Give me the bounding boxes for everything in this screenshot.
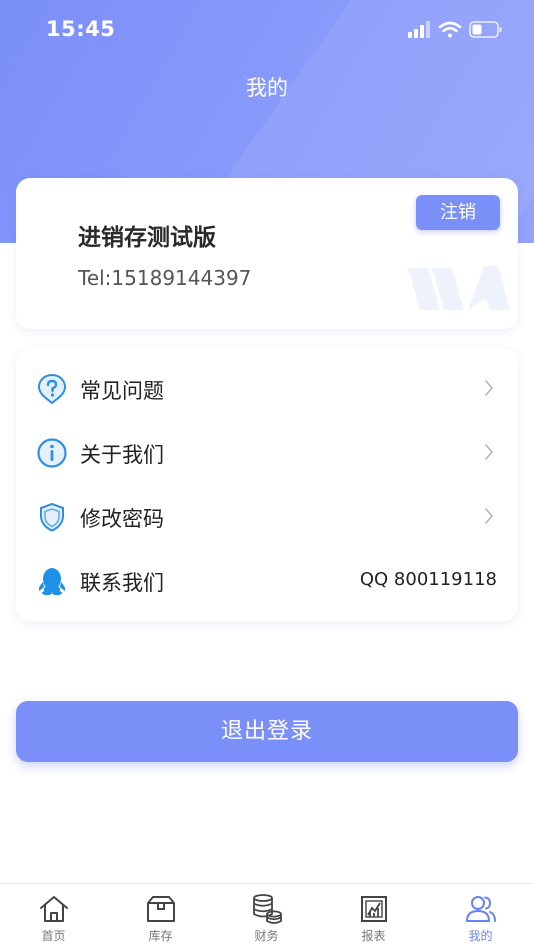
menu-item-label: 关于我们 [80,443,164,467]
tab-mine[interactable]: 我的 [427,884,534,950]
qq-penguin-icon [38,568,66,596]
tab-label: 我的 [468,929,493,943]
brand-watermark-icon [408,266,510,310]
tab-home[interactable]: 首页 [0,884,107,950]
status-bar: 15:45 [0,0,534,58]
battery-icon [469,21,502,38]
menu-item-faq[interactable]: 常见问题 [16,357,518,421]
chevron-right-icon [485,444,494,460]
profile-tel: Tel:15189144397 [78,266,252,290]
tab-label: 库存 [148,929,173,943]
profile-name: 进销存测试版 [78,225,216,251]
signal-icon [408,21,430,38]
menu-item-label: 修改密码 [80,507,164,531]
box-icon [147,896,175,922]
tab-report[interactable]: 报表 [320,884,427,950]
menu-card: 常见问题 关于我们 修改密码 联系我们 QQ 800119118 [16,349,518,621]
chevron-right-icon [485,380,494,396]
tab-label: 首页 [41,929,66,943]
tab-label: 报表 [361,929,386,943]
menu-item-about[interactable]: 关于我们 [16,421,518,485]
question-icon [37,373,67,405]
tab-inventory[interactable]: 库存 [107,884,214,950]
exit-login-button[interactable]: 退出登录 [16,701,518,762]
info-icon [37,438,67,468]
menu-item-label: 联系我们 [80,571,164,595]
tab-label: 财务 [254,929,279,943]
chevron-right-icon [485,508,494,524]
user-icon [465,896,496,922]
page-title: 我的 [246,76,288,100]
tab-finance[interactable]: 财务 [213,884,320,950]
contact-qq-value: QQ 800119118 [359,569,497,590]
home-icon [40,896,68,922]
report-icon [361,896,387,922]
logout-account-button[interactable]: 注销 [416,195,500,230]
menu-item-change-password[interactable]: 修改密码 [16,485,518,549]
wifi-icon [438,21,462,38]
menu-item-label: 常见问题 [80,379,164,403]
status-time: 15:45 [46,17,116,41]
status-icons [408,21,502,38]
profile-card: 进销存测试版 Tel:15189144397 注销 [16,178,518,329]
shield-icon [40,502,64,532]
coins-icon [253,894,282,924]
tab-bar: 首页 库存 财务 报表 我的 [0,883,534,950]
menu-item-contact[interactable]: 联系我们 QQ 800119118 [16,549,518,613]
